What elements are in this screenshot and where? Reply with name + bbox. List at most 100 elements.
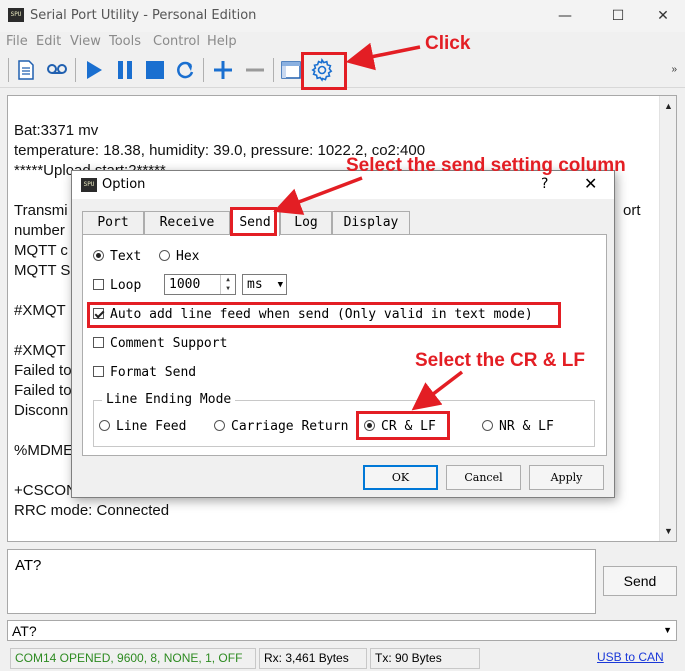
- terminal-line: MQTT c: [14, 242, 68, 259]
- status-bar: COM14 OPENED, 9600, 8, NONE, 1, OFF Rx: …: [0, 646, 685, 671]
- dialog-app-icon: SPU: [81, 178, 97, 192]
- terminal-line: RRC mode: Connected: [14, 502, 170, 519]
- stepper-arrows-icon[interactable]: ▲ ▼: [220, 275, 235, 294]
- send-input-text: AT?: [15, 557, 42, 574]
- loop-interval-value: 1000: [169, 277, 201, 292]
- maximize-button[interactable]: ☐: [598, 4, 638, 28]
- play-icon[interactable]: [81, 56, 107, 84]
- annotation-select-send: Select the send setting column: [346, 155, 626, 176]
- title-bar: SPU Serial Port Utility - Personal Editi…: [0, 0, 685, 32]
- terminal-line: Bat:3371 mv: [14, 122, 99, 139]
- ok-button[interactable]: OK: [363, 465, 438, 490]
- line-ending-crlf-label: CR & LF: [381, 419, 436, 434]
- tab-log[interactable]: Log: [280, 211, 332, 235]
- checkbox-box: [93, 308, 104, 319]
- menu-help[interactable]: Help: [207, 34, 237, 49]
- checkbox-box: [93, 279, 104, 290]
- radio-dot: [482, 420, 493, 431]
- plus-icon[interactable]: [210, 56, 236, 84]
- minus-icon[interactable]: [242, 56, 268, 84]
- menu-bar: File Edit View Tools Control Help: [0, 32, 685, 52]
- pause-icon[interactable]: [112, 56, 138, 84]
- window-title: Serial Port Utility - Personal Edition: [30, 8, 257, 23]
- line-ending-lf-label: Line Feed: [116, 419, 187, 434]
- scroll-up-icon[interactable]: ▲: [664, 101, 673, 111]
- line-ending-lf-radio[interactable]: Line Feed: [99, 419, 186, 434]
- terminal-line: +CSCON: [14, 482, 77, 499]
- line-ending-nrlf-label: NR & LF: [499, 419, 554, 434]
- terminal-line: #XMQT: [14, 342, 66, 359]
- window-icon[interactable]: [278, 56, 304, 84]
- help-icon[interactable]: ?: [541, 176, 548, 192]
- line-ending-nrlf-radio[interactable]: NR & LF: [482, 419, 554, 434]
- toolbar-separator: [203, 58, 204, 82]
- comment-support-label: Comment Support: [110, 336, 228, 351]
- terminal-line: %MDME: [14, 442, 74, 459]
- radio-dot: [159, 250, 170, 261]
- chevron-down-icon[interactable]: ▼: [663, 625, 672, 635]
- checkbox-box: [93, 366, 104, 377]
- line-ending-cr-radio[interactable]: Carriage Return: [214, 419, 348, 434]
- cancel-button[interactable]: Cancel: [446, 465, 521, 490]
- recording-icon[interactable]: [44, 56, 70, 84]
- terminal-scrollbar[interactable]: ▲ ▼: [659, 96, 676, 541]
- auto-line-feed-checkbox[interactable]: Auto add line feed when send (Only valid…: [93, 307, 533, 322]
- line-ending-group: Line Ending Mode Line Feed Carriage Retu…: [93, 392, 595, 447]
- option-dialog: SPU Option ? ✕ Port Receive Send Log Dis…: [71, 170, 615, 498]
- menu-view[interactable]: View: [70, 34, 101, 49]
- radio-dot: [93, 250, 104, 261]
- tab-receive[interactable]: Receive: [144, 211, 230, 235]
- line-ending-crlf-radio[interactable]: CR & LF: [364, 419, 436, 434]
- mode-text-radio[interactable]: Text: [93, 249, 141, 264]
- checkbox-box: [93, 337, 104, 348]
- loop-unit-value: ms: [247, 277, 263, 292]
- send-history-value: AT?: [12, 623, 37, 639]
- send-tab-panel: Text Hex Loop 1000 ▲ ▼ ms ▼ Auto add line…: [82, 234, 607, 456]
- tab-send[interactable]: Send: [230, 209, 280, 236]
- minimize-button[interactable]: —: [545, 4, 585, 28]
- menu-tools[interactable]: Tools: [109, 34, 141, 49]
- comment-support-checkbox[interactable]: Comment Support: [93, 336, 227, 351]
- auto-line-feed-label: Auto add line feed when send (Only valid…: [110, 307, 533, 322]
- mode-hex-label: Hex: [176, 249, 200, 264]
- toolbar-separator: [8, 58, 9, 82]
- loop-unit-select[interactable]: ms ▼: [242, 274, 287, 295]
- close-button[interactable]: ✕: [643, 4, 683, 28]
- send-button[interactable]: Send: [603, 566, 677, 596]
- toolbar-separator: [273, 58, 274, 82]
- usb-to-can-link[interactable]: USB to CAN: [597, 650, 664, 664]
- format-send-checkbox[interactable]: Format Send: [93, 365, 196, 380]
- loop-checkbox[interactable]: Loop: [93, 278, 141, 293]
- radio-dot: [364, 420, 375, 431]
- refresh-icon[interactable]: [172, 56, 198, 84]
- send-input[interactable]: AT?: [7, 549, 596, 614]
- rx-counter: Rx: 3,461 Bytes: [259, 648, 367, 669]
- scroll-down-icon[interactable]: ▼: [664, 526, 673, 536]
- loop-interval-stepper[interactable]: 1000 ▲ ▼: [164, 274, 236, 295]
- terminal-line: number: [14, 222, 65, 239]
- mode-hex-radio[interactable]: Hex: [159, 249, 199, 264]
- app-icon: SPU: [8, 8, 24, 22]
- format-send-label: Format Send: [110, 365, 197, 380]
- terminal-line: Failed to: [14, 382, 72, 399]
- menu-file[interactable]: File: [6, 34, 28, 49]
- settings-gear-icon[interactable]: [309, 56, 335, 84]
- tx-counter: Tx: 90 Bytes: [370, 648, 480, 669]
- tab-port[interactable]: Port: [82, 211, 144, 235]
- terminal-line: Disconn: [14, 402, 69, 419]
- annotation-click: Click: [425, 33, 471, 54]
- menu-edit[interactable]: Edit: [36, 34, 61, 49]
- send-history-combo[interactable]: AT? ▼: [7, 620, 677, 641]
- terminal-line-fragment: ort: [623, 202, 641, 219]
- toolbar-overflow-icon[interactable]: »: [671, 64, 677, 75]
- terminal-line: #XMQT: [14, 302, 66, 319]
- line-ending-cr-label: Carriage Return: [231, 419, 349, 434]
- radio-dot: [99, 420, 110, 431]
- tab-display[interactable]: Display: [332, 211, 410, 235]
- apply-button[interactable]: Apply: [529, 465, 604, 490]
- annotation-select-crlf: Select the CR & LF: [415, 350, 585, 371]
- stop-icon[interactable]: [142, 56, 168, 84]
- loop-label: Loop: [110, 278, 142, 293]
- menu-control[interactable]: Control: [153, 34, 200, 49]
- document-icon[interactable]: [13, 56, 39, 84]
